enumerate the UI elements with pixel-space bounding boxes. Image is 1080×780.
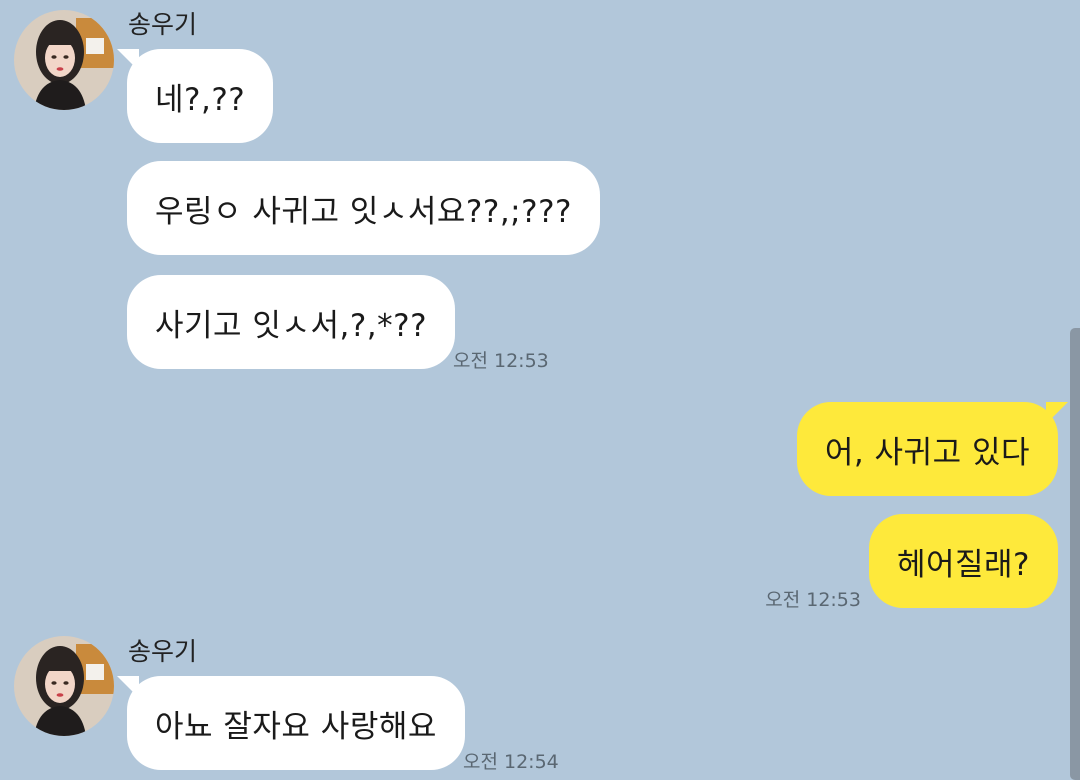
message-text: 어, 사귀고 있다	[824, 434, 1030, 471]
outgoing-message-bubble[interactable]: 헤어질래?	[868, 514, 1058, 608]
incoming-message-bubble[interactable]: 우링ㅇ 사귀고 잇ㅅ서요??,;???	[127, 161, 600, 255]
message-text: 헤어질래?	[896, 546, 1030, 583]
sender-name: 송우기	[128, 10, 198, 39]
message-timestamp: 오전 12:53	[453, 350, 549, 372]
sender-avatar[interactable]	[14, 636, 114, 736]
message-timestamp: 오전 12:53	[765, 589, 861, 611]
incoming-message-bubble[interactable]: 네?,??	[117, 49, 274, 143]
avatar-photo-icon	[14, 10, 114, 110]
message-text: 아뇨 잘자요 사랑해요	[155, 708, 437, 745]
message-text: 네?,??	[155, 81, 246, 118]
message-timestamp: 오전 12:54	[463, 751, 559, 773]
bubble-tail	[117, 676, 139, 698]
incoming-message-bubble[interactable]: 사기고 잇ㅅ서,?,*??	[127, 275, 456, 369]
bubble-tail	[1046, 402, 1068, 424]
outgoing-message-bubble[interactable]: 어, 사귀고 있다	[796, 402, 1068, 496]
bubble-tail	[117, 49, 139, 71]
message-text: 우링ㅇ 사귀고 잇ㅅ서요??,;???	[155, 193, 572, 230]
sender-avatar[interactable]	[14, 10, 114, 110]
message-text: 사기고 잇ㅅ서,?,*??	[155, 307, 428, 344]
avatar-photo-icon	[14, 636, 114, 736]
sender-name: 송우기	[128, 637, 198, 666]
scrollbar-thumb[interactable]	[1070, 328, 1080, 780]
incoming-message-bubble[interactable]: 아뇨 잘자요 사랑해요	[117, 676, 465, 770]
